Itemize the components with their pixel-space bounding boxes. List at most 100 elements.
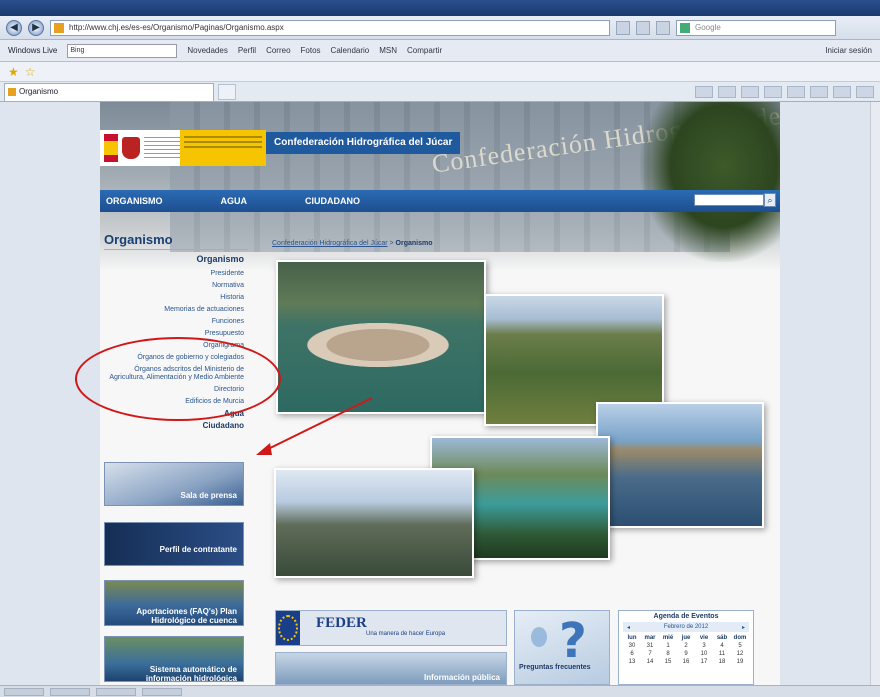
public-info-banner[interactable]: Información pública (275, 652, 507, 685)
windows-live-label[interactable]: Windows Live (8, 46, 57, 55)
press-room-label: Sala de prensa (180, 491, 237, 500)
press-room-banner[interactable]: Sala de prensa (104, 462, 244, 506)
tools-menu-icon[interactable] (833, 85, 851, 98)
prev-month-icon[interactable]: ◂ (627, 624, 630, 631)
nav-agua[interactable]: AGUA (221, 196, 248, 206)
day-header: sáb (716, 635, 728, 641)
bing-input[interactable]: Bing (67, 43, 178, 58)
add-favorite-icon[interactable]: ☆ (25, 65, 36, 79)
stop-icon[interactable] (656, 20, 670, 35)
calendar-day[interactable]: 3 (695, 642, 713, 650)
calendar-day[interactable]: 15 (659, 658, 677, 666)
calendar-day[interactable]: 7 (641, 650, 659, 658)
menu-item-presidente[interactable]: Presidente (104, 268, 244, 280)
calendar-day[interactable]: 6 (623, 650, 641, 658)
calendar-month-bar: ◂ Febrero de 2012 ▸ (623, 622, 749, 632)
calendar-day[interactable]: 31 (641, 642, 659, 650)
feeds-icon[interactable] (718, 85, 736, 98)
calendar-day[interactable]: 5 (731, 642, 749, 650)
link-compartir[interactable]: Compartir (407, 46, 442, 55)
reservoir-tower-photo (276, 260, 486, 414)
palm-tree-photo (640, 102, 780, 262)
calendar-day[interactable]: 13 (623, 658, 641, 666)
link-correo[interactable]: Correo (266, 46, 290, 55)
hydrological-info-banner[interactable]: Sistema automático de información hidrol… (104, 636, 244, 682)
ministry-band (180, 130, 266, 166)
government-text-block (144, 137, 180, 159)
link-calendario[interactable]: Calendario (331, 46, 370, 55)
hydrological-plan-banner[interactable]: Aportaciones (FAQ's) Plan Hidrológico de… (104, 580, 244, 626)
compat-view-icon[interactable] (616, 20, 630, 35)
back-icon[interactable]: ◀ (6, 19, 22, 36)
events-calendar: Agenda de Eventos ◂ Febrero de 2012 ▸ lu… (618, 610, 754, 685)
link-fotos[interactable]: Fotos (301, 46, 321, 55)
window-titlebar (0, 0, 880, 16)
feder-title: FEDER (316, 615, 367, 631)
mail-icon[interactable] (741, 85, 759, 98)
status-segment (4, 687, 44, 696)
next-month-icon[interactable]: ▸ (742, 624, 745, 631)
calendar-day[interactable]: 2 (677, 642, 695, 650)
calendar-day[interactable]: 14 (641, 658, 659, 666)
menu-item-funciones[interactable]: Funciones (104, 316, 244, 328)
breadcrumb-separator: > (387, 240, 396, 247)
menu-head[interactable]: Organismo (104, 254, 244, 264)
nav-organismo[interactable]: ORGANISMO (106, 196, 163, 206)
link-perfil[interactable]: Perfil (238, 46, 256, 55)
print-icon[interactable] (764, 85, 782, 98)
calendar-day[interactable]: 17 (695, 658, 713, 666)
eu-stars-icon (278, 615, 298, 641)
coat-of-arms-icon (122, 137, 140, 159)
status-segment (142, 687, 182, 696)
status-segment (96, 687, 136, 696)
page-menu-icon[interactable] (787, 85, 805, 98)
faq-label: Preguntas frecuentes (519, 664, 591, 671)
faq-block[interactable]: ? Preguntas frecuentes (514, 610, 610, 685)
day-header: jue (681, 635, 691, 641)
calendar-day[interactable]: 10 (695, 650, 713, 658)
safety-menu-icon[interactable] (810, 85, 828, 98)
home-icon[interactable] (695, 85, 713, 98)
new-tab-button[interactable] (218, 83, 236, 100)
public-info-label: Información pública (423, 673, 500, 682)
url-input[interactable]: http://www.chj.es/es-es/Organismo/Pagina… (50, 19, 610, 36)
link-novedades[interactable]: Novedades (187, 46, 227, 55)
vertical-scrollbar[interactable] (870, 102, 880, 685)
site-search-input[interactable] (694, 194, 764, 206)
calendar-day[interactable]: 30 (623, 642, 641, 650)
calendar-day[interactable]: 19 (731, 658, 749, 666)
calendar-day[interactable]: 1 (659, 642, 677, 650)
day-header: mié (662, 635, 674, 641)
menu-item-historia[interactable]: Historia (104, 292, 244, 304)
calendar-day[interactable]: 4 (713, 642, 731, 650)
menu-ciudadano[interactable]: Ciudadano (104, 420, 244, 432)
signin-link[interactable]: Iniciar sesión (825, 46, 872, 55)
forward-icon[interactable]: ▶ (28, 19, 44, 36)
concrete-dam-photo (596, 402, 764, 528)
browser-search-input[interactable]: Google (676, 19, 836, 36)
calendar-day[interactable]: 11 (713, 650, 731, 658)
help-icon[interactable] (856, 85, 874, 98)
calendar-day[interactable]: 9 (677, 650, 695, 658)
contractor-profile-banner[interactable]: Perfil de contratante (104, 522, 244, 566)
nav-ciudadano[interactable]: CIUDADANO (305, 196, 360, 206)
command-bar (695, 85, 874, 98)
link-msn[interactable]: MSN (379, 46, 397, 55)
feder-banner[interactable]: FEDER Una manera de hacer Europa (275, 610, 507, 646)
breadcrumb: Confederación Hidrográfica del Júcar > O… (272, 240, 433, 247)
spain-flag-icon (104, 134, 118, 162)
tab-organismo[interactable]: Organismo (4, 82, 214, 101)
breadcrumb-home[interactable]: Confederación Hidrográfica del Júcar (272, 240, 388, 247)
calendar-day[interactable]: 12 (731, 650, 749, 658)
calendar-grid: lun mar mié jue vie sáb dom 30 31 1 2 3 … (619, 634, 753, 666)
favorites-bar: ★ ☆ (0, 62, 880, 82)
calendar-day[interactable]: 18 (713, 658, 731, 666)
menu-item-memorias[interactable]: Memorias de actuaciones (104, 304, 244, 316)
menu-item-normativa[interactable]: Normativa (104, 280, 244, 292)
calendar-day[interactable]: 16 (677, 658, 695, 666)
favorites-star-icon[interactable]: ★ (8, 65, 19, 79)
calendar-day[interactable]: 8 (659, 650, 677, 658)
org-title[interactable]: Confederación Hidrográfica del Júcar (266, 132, 461, 154)
refresh-icon[interactable] (636, 20, 650, 35)
search-icon[interactable]: ⌕ (764, 193, 776, 207)
